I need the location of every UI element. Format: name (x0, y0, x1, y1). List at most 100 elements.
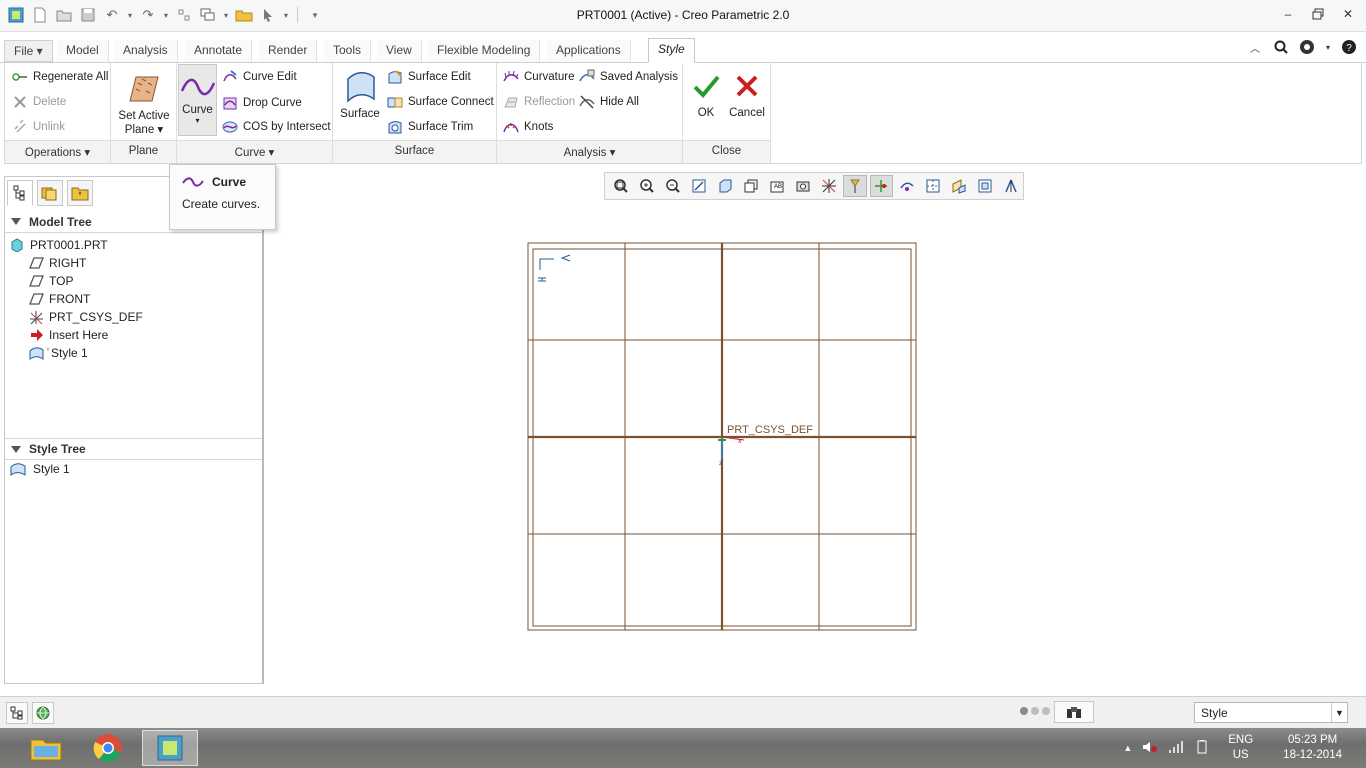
set-active-plane-button[interactable]: Set Active Plane ▾ (115, 71, 173, 136)
style-feature-icon (10, 462, 28, 476)
knots-button[interactable]: Knots (503, 119, 553, 135)
volume-icon[interactable] (1142, 740, 1158, 757)
show-navigator-icon[interactable] (6, 702, 28, 724)
community-icon[interactable] (1298, 38, 1316, 56)
favorites-tab[interactable]: * (67, 180, 93, 206)
style-tree-item[interactable]: Style 1 (10, 462, 70, 476)
find-button[interactable] (1054, 701, 1094, 723)
svg-text:AB: AB (774, 184, 782, 190)
window-controls: – ✕ (1280, 6, 1356, 22)
datum-plane-tag-icon[interactable] (1000, 175, 1023, 197)
close-icon[interactable]: ✕ (1340, 6, 1356, 22)
tree-item-csys[interactable]: PRT_CSYS_DEF (29, 310, 143, 325)
curve-button[interactable]: Curve ▾ (178, 64, 217, 136)
view-manager-camera-icon[interactable] (791, 175, 814, 197)
reflection-button[interactable]: Reflection (503, 94, 575, 110)
tab-analysis[interactable]: Analysis (114, 40, 178, 62)
curve-group-label[interactable]: Curve ▾ (177, 140, 332, 163)
chrome-taskbar-button[interactable] (80, 730, 136, 766)
drop-curve-button[interactable]: Drop Curve (222, 95, 302, 111)
surface-connect-icon (387, 94, 403, 110)
surface-connect-button[interactable]: Surface Connect (387, 94, 494, 110)
cos-intersect-icon (222, 119, 238, 135)
unlink-button[interactable]: Unlink (12, 119, 65, 135)
saved-analysis-icon (579, 69, 595, 85)
surface-trim-button[interactable]: Surface Trim (387, 119, 473, 135)
folder-browser-tab[interactable] (37, 180, 63, 206)
cancel-button[interactable]: Cancel (727, 71, 767, 119)
datum-plane-icon (29, 274, 44, 288)
style-tree-header[interactable]: Style Tree (5, 438, 262, 460)
graphics-canvas[interactable]: x z PRT_CSYS_DEF (268, 204, 1366, 694)
reflection-icon (503, 94, 519, 110)
delete-icon (12, 94, 28, 110)
community-dropdown-icon[interactable]: ▾ (1324, 38, 1332, 56)
search-icon[interactable] (1272, 38, 1290, 56)
active-plane-icon[interactable] (974, 175, 997, 197)
operations-group-label[interactable]: Operations ▾ (5, 140, 110, 163)
hide-all-button[interactable]: Hide All (579, 94, 639, 110)
tree-item-style[interactable]: * Style 1 (29, 346, 88, 360)
tree-item-front[interactable]: FRONT (29, 292, 90, 306)
tab-model[interactable]: Model (57, 40, 109, 62)
zoom-in-icon[interactable] (635, 175, 658, 197)
navigator-tabs: * (7, 180, 93, 206)
creo-taskbar-button[interactable] (142, 730, 198, 766)
display-style-icon[interactable] (713, 175, 736, 197)
tab-flexible-modeling[interactable]: Flexible Modeling (428, 40, 541, 62)
analysis-group-label[interactable]: Analysis ▾ (497, 140, 682, 163)
minimize-ribbon-icon[interactable]: ︿ (1246, 38, 1264, 56)
zoom-out-icon[interactable] (661, 175, 684, 197)
style-feature-icon: * (29, 346, 53, 360)
tree-root-item[interactable]: PRT0001.PRT (10, 238, 108, 253)
selection-filter-dropdown[interactable]: Style ▼ (1194, 702, 1348, 723)
tree-item-top[interactable]: TOP (29, 274, 73, 288)
creo-icon (157, 735, 183, 761)
show-browser-icon[interactable] (32, 702, 54, 724)
tab-applications[interactable]: Applications (547, 40, 631, 62)
tab-style[interactable]: Style (648, 38, 695, 63)
point-display-icon[interactable] (869, 175, 893, 197)
surface-button[interactable]: Surface (337, 69, 383, 120)
delete-button[interactable]: Delete (12, 94, 66, 110)
csys-display-icon[interactable] (896, 175, 919, 197)
grid-display-icon[interactable] (922, 175, 945, 197)
restore-icon[interactable] (1310, 6, 1326, 22)
tab-tools[interactable]: Tools (324, 40, 372, 62)
curve-display-icon[interactable] (948, 175, 971, 197)
clock[interactable]: 05:23 PM 18-12-2014 (1283, 733, 1342, 763)
csys-icon (29, 310, 44, 325)
surface-edit-button[interactable]: Surface Edit (387, 69, 471, 85)
tab-file[interactable]: File ▾ (4, 40, 53, 62)
curvature-button[interactable]: Curvature (503, 69, 575, 85)
saved-analysis-button[interactable]: Saved Analysis (579, 69, 678, 85)
repaint-icon[interactable] (687, 175, 710, 197)
battery-icon[interactable] (1194, 739, 1210, 757)
network-icon[interactable] (1168, 740, 1184, 757)
file-explorer-taskbar-button[interactable] (18, 730, 74, 766)
help-icon[interactable]: ? (1340, 38, 1358, 56)
tab-view[interactable]: View (377, 40, 422, 62)
ok-button[interactable]: OK (687, 71, 725, 119)
tab-annotate[interactable]: Annotate (185, 40, 253, 62)
view-manager-icon[interactable]: AB (765, 175, 788, 197)
insert-arrow-icon (29, 328, 44, 342)
tree-item-right[interactable]: RIGHT (29, 256, 86, 270)
refit-icon[interactable] (609, 175, 632, 197)
model-tree-tab[interactable] (7, 180, 33, 206)
saved-orientations-icon[interactable] (739, 175, 762, 197)
language-indicator[interactable]: ENG US (1228, 733, 1253, 763)
show-hidden-icons-icon[interactable]: ▲ (1123, 743, 1132, 753)
cos-by-intersect-button[interactable]: COS by Intersect (222, 119, 331, 135)
minimize-icon[interactable]: – (1280, 6, 1296, 22)
chrome-icon (93, 734, 122, 762)
plane-display-icon[interactable] (817, 175, 840, 197)
regenerate-all-button[interactable]: Regenerate All (12, 69, 108, 85)
curve-edit-button[interactable]: Curve Edit (222, 69, 297, 85)
tree-item-insert-here[interactable]: Insert Here (29, 328, 108, 342)
tab-render[interactable]: Render (259, 40, 318, 62)
axis-display-icon[interactable] (843, 175, 867, 197)
ribbon-body: Regenerate All Delete Unlink Operations … (4, 63, 1362, 164)
collapse-triangle-icon (11, 218, 21, 225)
curve-icon (180, 78, 215, 96)
